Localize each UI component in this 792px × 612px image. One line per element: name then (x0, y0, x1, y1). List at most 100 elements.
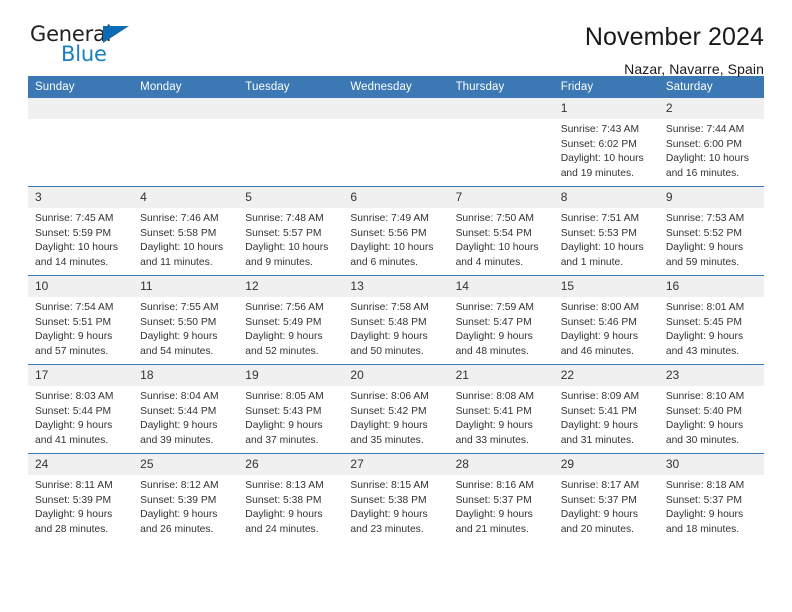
calendar-day-cell[interactable]: 19 Sunrise: 8:05 AM Sunset: 5:43 PM Dayligh… (238, 364, 344, 454)
calendar-cell-inner (343, 98, 449, 186)
calendar-day-cell[interactable]: 18 Sunrise: 8:04 AM Sunset: 5:44 PM Dayligh… (133, 364, 239, 454)
day-number (448, 98, 554, 119)
calendar-day-cell[interactable]: 23 Sunrise: 8:10 AM Sunset: 5:40 PM Dayligh… (658, 364, 764, 454)
calendar-page: General Blue November 2024 Nazar, Navarr… (0, 0, 792, 612)
day-number: 23 (658, 365, 764, 386)
daylight-duration-line2: and 11 minutes. (140, 256, 213, 268)
day-astro-info: Sunrise: 8:00 AM Sunset: 5:46 PM Daylight:… (554, 297, 659, 359)
calendar-day-cell[interactable]: 4 Sunrise: 7:46 AM Sunset: 5:58 PM Daylight… (133, 186, 239, 276)
sunset-time: Sunset: 5:39 PM (140, 494, 217, 506)
calendar-day-cell[interactable]: 16 Sunrise: 8:01 AM Sunset: 5:45 PM Dayligh… (658, 275, 764, 365)
daylight-duration-line2: and 39 minutes. (140, 434, 214, 446)
sunset-time: Sunset: 5:52 PM (665, 227, 742, 239)
calendar-day-cell[interactable]: 28 Sunrise: 8:16 AM Sunset: 5:37 PM Dayligh… (448, 453, 554, 542)
calendar-day-cell[interactable]: 2 Sunrise: 7:44 AM Sunset: 6:00 PM Daylight… (658, 98, 764, 187)
daylight-duration-line2: and 46 minutes. (560, 345, 634, 357)
day-astro-info: Sunrise: 8:05 AM Sunset: 5:43 PM Daylight:… (238, 386, 343, 448)
weekday-header-monday: Monday (133, 76, 239, 98)
day-number: 9 (658, 187, 764, 208)
calendar-day-cell[interactable]: 14 Sunrise: 7:59 AM Sunset: 5:47 PM Dayligh… (448, 275, 554, 365)
day-number: 25 (133, 454, 239, 475)
daylight-duration-line2: and 19 minutes. (560, 167, 634, 179)
calendar-day-cell[interactable]: 29 Sunrise: 8:17 AM Sunset: 5:37 PM Dayligh… (553, 453, 659, 542)
sunrise-time: Sunrise: 7:55 AM (140, 302, 219, 313)
calendar-day-cell[interactable]: 12 Sunrise: 7:56 AM Sunset: 5:49 PM Dayligh… (238, 275, 344, 365)
calendar-cell-inner: 26 Sunrise: 8:13 AM Sunset: 5:38 PM Dayligh… (238, 454, 344, 542)
calendar-day-cell[interactable]: 1 Sunrise: 7:43 AM Sunset: 6:02 PM Daylight… (553, 98, 659, 187)
day-number: 2 (658, 98, 764, 119)
daylight-duration-line2: and 14 minutes. (35, 256, 109, 268)
daylight-duration-line1: Daylight: 9 hours (350, 509, 428, 521)
calendar-day-cell[interactable]: 22 Sunrise: 8:09 AM Sunset: 5:41 PM Dayligh… (553, 364, 659, 454)
calendar-cell-inner: 25 Sunrise: 8:12 AM Sunset: 5:39 PM Dayligh… (133, 454, 239, 542)
calendar-day-cell[interactable]: 5 Sunrise: 7:48 AM Sunset: 5:57 PM Daylight… (238, 186, 344, 276)
calendar-day-cell[interactable]: 8 Sunrise: 7:51 AM Sunset: 5:53 PM Daylight… (553, 186, 659, 276)
generalblue-logo[interactable]: General Blue (28, 22, 148, 68)
day-number: 1 (553, 98, 659, 119)
calendar-day-cell[interactable]: 15 Sunrise: 8:00 AM Sunset: 5:46 PM Dayligh… (553, 275, 659, 365)
calendar-cell-inner: 7 Sunrise: 7:50 AM Sunset: 5:54 PM Daylight… (448, 187, 554, 275)
daylight-duration-line2: and 33 minutes. (455, 434, 529, 446)
calendar-cell-inner: 9 Sunrise: 7:53 AM Sunset: 5:52 PM Daylight… (658, 187, 764, 275)
calendar-day-cell[interactable]: 17 Sunrise: 8:03 AM Sunset: 5:44 PM Dayligh… (28, 364, 134, 454)
calendar-day-cell[interactable]: 9 Sunrise: 7:53 AM Sunset: 5:52 PM Daylight… (658, 186, 764, 276)
calendar-cell-inner: 22 Sunrise: 8:09 AM Sunset: 5:41 PM Dayligh… (553, 365, 659, 453)
daylight-duration-line2: and 1 minute. (560, 256, 624, 268)
sunrise-time: Sunrise: 7:59 AM (455, 302, 534, 313)
daylight-duration-line2: and 26 minutes. (140, 523, 214, 535)
daylight-duration-line2: and 41 minutes. (35, 434, 109, 446)
calendar-day-cell[interactable]: 25 Sunrise: 8:12 AM Sunset: 5:39 PM Dayligh… (133, 453, 239, 542)
sunrise-time: Sunrise: 8:10 AM (665, 391, 745, 402)
daylight-duration-line1: Daylight: 9 hours (350, 331, 428, 343)
daylight-duration-line2: and 23 minutes. (350, 523, 424, 535)
calendar-cell-inner: 20 Sunrise: 8:06 AM Sunset: 5:42 PM Dayligh… (343, 365, 449, 453)
daylight-duration-line1: Daylight: 9 hours (35, 331, 113, 343)
calendar-cell-inner: 12 Sunrise: 7:56 AM Sunset: 5:49 PM Dayligh… (238, 276, 344, 364)
calendar-day-cell[interactable]: 10 Sunrise: 7:54 AM Sunset: 5:51 PM Dayligh… (28, 275, 134, 365)
daylight-duration-line2: and 31 minutes. (560, 434, 634, 446)
day-number: 6 (343, 187, 449, 208)
calendar-cell-inner: 19 Sunrise: 8:05 AM Sunset: 5:43 PM Dayligh… (238, 365, 344, 453)
calendar-cell-inner: 16 Sunrise: 8:01 AM Sunset: 5:45 PM Dayligh… (658, 276, 764, 364)
sunrise-time: Sunrise: 8:04 AM (140, 391, 219, 402)
calendar-day-cell[interactable]: 30 Sunrise: 8:18 AM Sunset: 5:37 PM Dayligh… (658, 453, 764, 542)
calendar-cell-empty (28, 98, 134, 187)
daylight-duration-line1: Daylight: 10 hours (350, 242, 434, 254)
calendar-day-cell[interactable]: 7 Sunrise: 7:50 AM Sunset: 5:54 PM Daylight… (448, 186, 554, 276)
calendar-day-cell[interactable]: 26 Sunrise: 8:13 AM Sunset: 5:38 PM Dayligh… (238, 453, 344, 542)
calendar-day-cell[interactable]: 21 Sunrise: 8:08 AM Sunset: 5:41 PM Dayligh… (448, 364, 554, 454)
day-number: 15 (553, 276, 659, 297)
calendar-week-row: 24 Sunrise: 8:11 AM Sunset: 5:39 PM Dayligh… (28, 453, 764, 542)
calendar-day-cell[interactable]: 13 Sunrise: 7:58 AM Sunset: 5:48 PM Dayligh… (343, 275, 449, 365)
day-number: 14 (448, 276, 554, 297)
calendar-day-cell[interactable]: 27 Sunrise: 8:15 AM Sunset: 5:38 PM Dayligh… (343, 453, 449, 542)
calendar-cell-inner: 5 Sunrise: 7:48 AM Sunset: 5:57 PM Daylight… (238, 187, 344, 275)
sunrise-sunset-calendar: Sunday Monday Tuesday Wednesday Thursday Frid… (28, 76, 764, 542)
sunset-time: Sunset: 5:42 PM (350, 405, 427, 417)
calendar-day-cell[interactable]: 24 Sunrise: 8:11 AM Sunset: 5:39 PM Dayligh… (28, 453, 134, 542)
sunrise-time: Sunrise: 7:51 AM (560, 213, 640, 224)
day-astro-info: Sunrise: 8:12 AM Sunset: 5:39 PM Daylight:… (133, 475, 238, 537)
sunset-time: Sunset: 5:43 PM (245, 405, 322, 417)
daylight-duration-line2: and 16 minutes. (665, 167, 740, 179)
weekday-header-thursday: Thursday (448, 76, 554, 98)
calendar-day-cell[interactable]: 3 Sunrise: 7:45 AM Sunset: 5:59 PM Daylight… (28, 186, 134, 276)
calendar-day-cell[interactable]: 11 Sunrise: 7:55 AM Sunset: 5:50 PM Dayligh… (133, 275, 239, 365)
daylight-duration-line1: Daylight: 9 hours (245, 331, 323, 343)
calendar-day-cell[interactable]: 6 Sunrise: 7:49 AM Sunset: 5:56 PM Daylight… (343, 186, 449, 276)
day-astro-info: Sunrise: 8:15 AM Sunset: 5:38 PM Daylight:… (343, 475, 448, 537)
sunset-time: Sunset: 5:38 PM (350, 494, 427, 506)
daylight-duration-line1: Daylight: 10 hours (665, 153, 749, 165)
daylight-duration-line2: and 37 minutes. (245, 434, 319, 446)
daylight-duration-line2: and 9 minutes. (245, 256, 313, 268)
daylight-duration-line1: Daylight: 10 hours (560, 153, 644, 165)
sunset-time: Sunset: 5:37 PM (560, 494, 637, 506)
sunset-time: Sunset: 5:37 PM (665, 494, 742, 506)
sunrise-time: Sunrise: 7:49 AM (350, 213, 429, 224)
day-number: 10 (28, 276, 134, 297)
sunset-time: Sunset: 5:59 PM (35, 227, 112, 239)
sunrise-time: Sunrise: 7:48 AM (245, 213, 324, 224)
calendar-day-cell[interactable]: 20 Sunrise: 8:06 AM Sunset: 5:42 PM Dayligh… (343, 364, 449, 454)
sunrise-time: Sunrise: 7:50 AM (455, 213, 534, 224)
day-number: 30 (658, 454, 764, 475)
